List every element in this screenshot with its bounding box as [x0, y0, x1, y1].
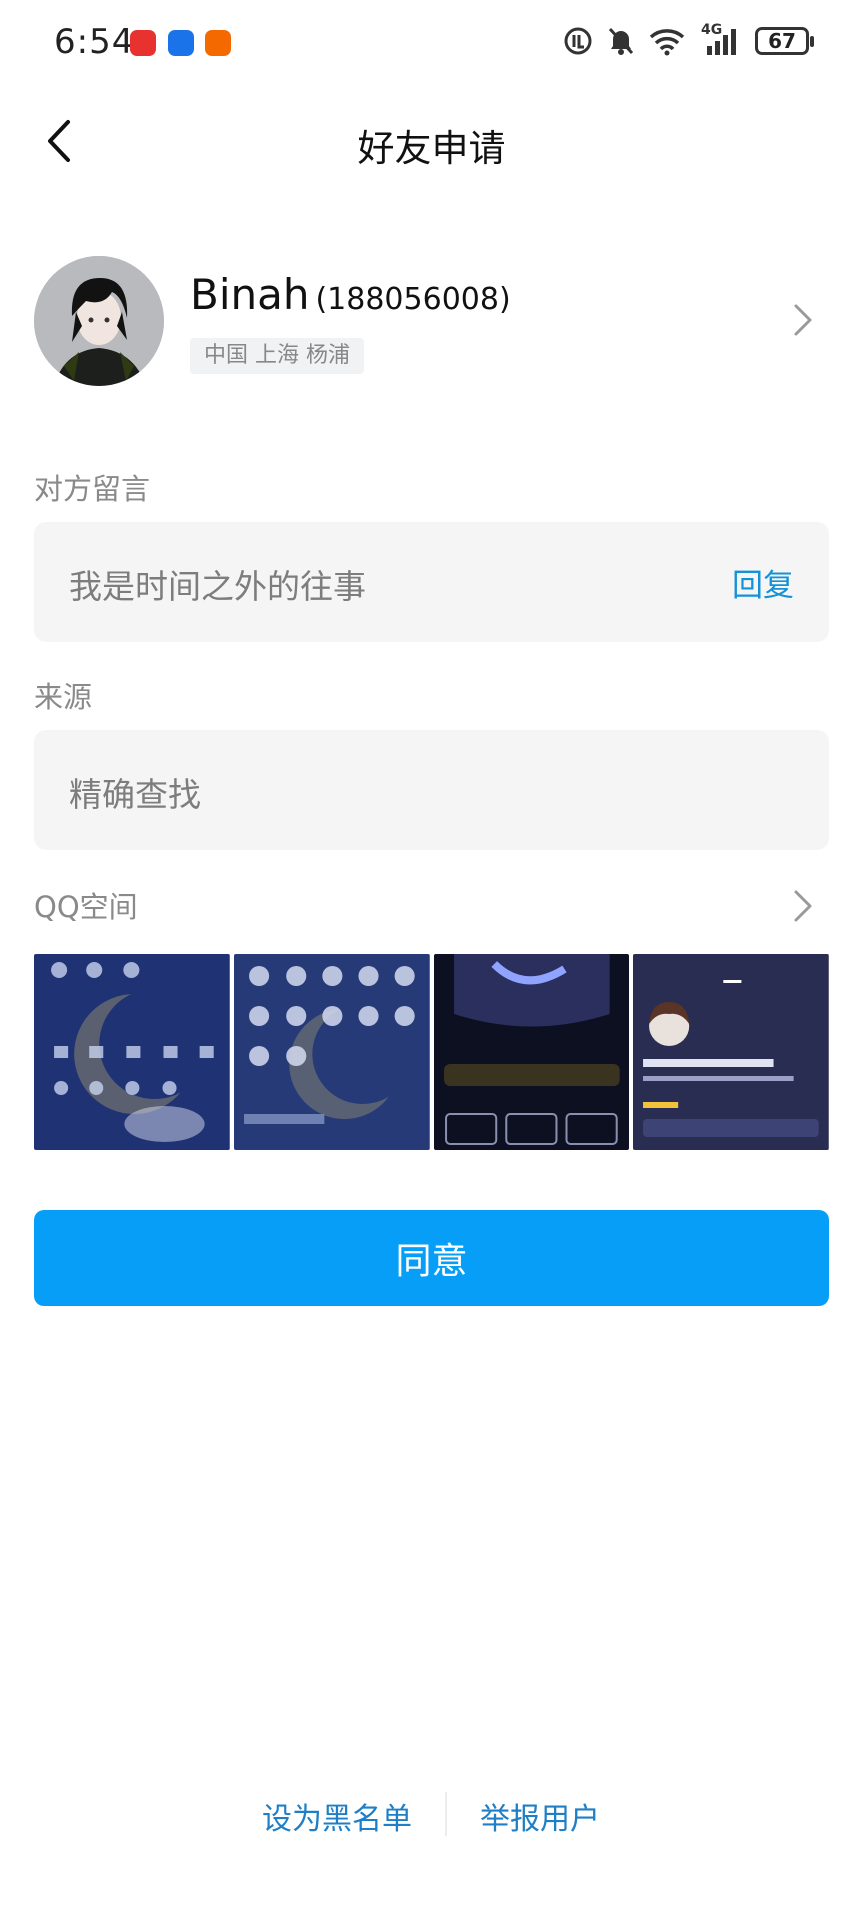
- qzone-thumbnail[interactable]: [433, 954, 630, 1150]
- app-notification-icon-1: [130, 30, 156, 56]
- nav-header: 好友申请: [0, 100, 863, 180]
- mail-notification-icon: [168, 30, 194, 56]
- source-section-label: 来源: [34, 680, 93, 714]
- agree-button[interactable]: 同意: [34, 1210, 829, 1306]
- footer-actions: 设为黑名单 举报用户: [0, 1790, 863, 1840]
- qzone-thumbnail[interactable]: [34, 954, 230, 1150]
- location-tag: 中国 上海 杨浦: [190, 338, 364, 374]
- status-time: 6:54: [54, 22, 135, 62]
- blacklist-link[interactable]: 设为黑名单: [262, 1794, 412, 1838]
- message-text: 我是时间之外的往事: [69, 567, 366, 606]
- profile-card[interactable]: Binah (188056008) 中国 上海 杨浦: [34, 250, 829, 390]
- chevron-right-icon: [794, 890, 812, 922]
- qzone-photo-4: [633, 954, 829, 1150]
- report-user-link[interactable]: 举报用户: [480, 1794, 600, 1838]
- source-text: 精确查找: [69, 775, 201, 814]
- page-title: 好友申请: [357, 127, 506, 170]
- data-saver-icon: [564, 27, 592, 55]
- avatar-image: [34, 256, 164, 386]
- chevron-right-icon: [794, 304, 812, 336]
- wifi-icon: [649, 29, 685, 56]
- name-line: Binah (188056008): [190, 270, 511, 319]
- message-box: 我是时间之外的往事 回复: [34, 522, 829, 642]
- mute-bell-icon: [608, 27, 634, 55]
- status-bar: 6:54 4G 67: [0, 0, 863, 90]
- network-type-label: 4G: [701, 22, 723, 38]
- qzone-thumbnail[interactable]: [633, 954, 829, 1150]
- source-box: 精确查找: [34, 730, 829, 850]
- qzone-photo-2: [233, 954, 430, 1150]
- qq-number: (188056008): [315, 282, 511, 317]
- message-section-label: 对方留言: [34, 472, 151, 506]
- footer-divider: [445, 1792, 447, 1836]
- battery-indicator: 67: [755, 27, 814, 55]
- qzone-thumbnails: [34, 954, 829, 1150]
- profile-name: Binah: [190, 270, 310, 319]
- reply-button[interactable]: 回复: [732, 560, 794, 605]
- qzone-photo-3: [433, 954, 630, 1150]
- shopping-notification-icon: [205, 30, 231, 56]
- avatar[interactable]: [34, 256, 164, 386]
- qzone-thumbnail[interactable]: [233, 954, 430, 1150]
- qzone-label: QQ空间: [34, 890, 138, 924]
- qzone-row[interactable]: QQ空间: [34, 880, 829, 930]
- qzone-photo-1: [34, 954, 230, 1150]
